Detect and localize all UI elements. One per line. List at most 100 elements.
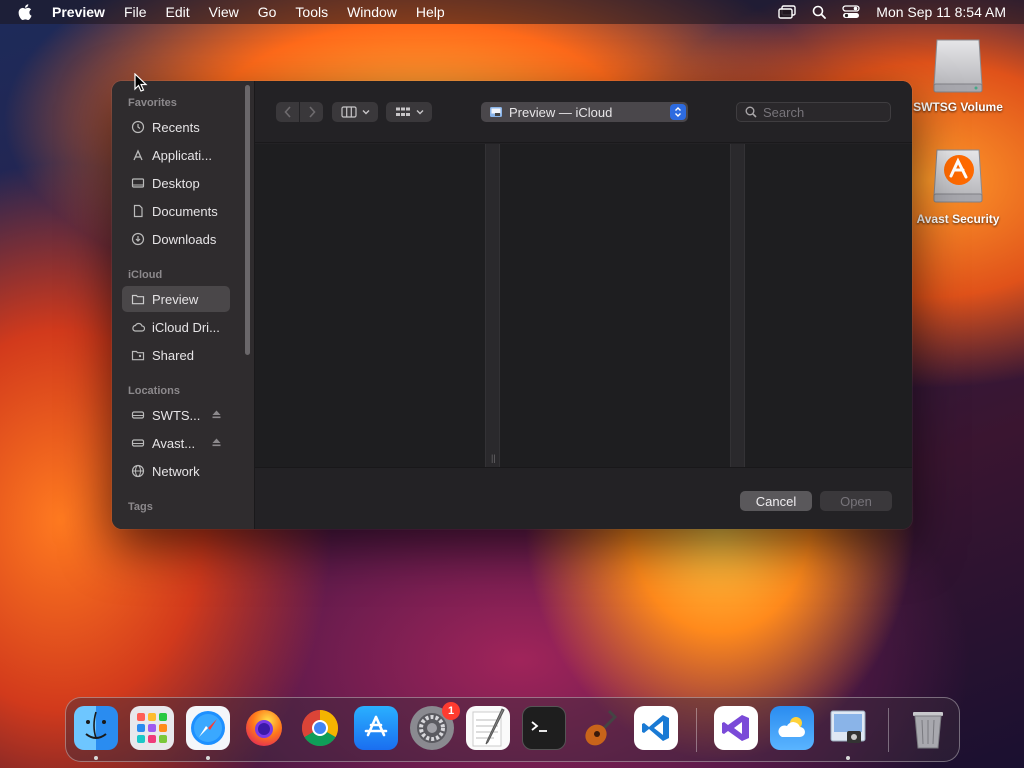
desktop-icon-swtsg-volume[interactable]: SWTSG Volume	[908, 36, 1008, 114]
document-icon	[130, 203, 146, 219]
eject-icon[interactable]	[211, 408, 222, 423]
preview-app-icon	[489, 105, 503, 119]
sidebar-item-label: Shared	[152, 347, 194, 363]
download-icon	[130, 231, 146, 247]
location-popup-label: Preview — iCloud	[509, 104, 613, 120]
sidebar-section-locations: Locations	[128, 385, 180, 397]
dock-terminal[interactable]	[522, 706, 566, 750]
grid-icon	[395, 107, 410, 116]
safari-icon	[191, 711, 225, 745]
menu-app-name[interactable]: Preview	[52, 4, 105, 20]
sidebar-item-swtsg-volume[interactable]: SWTS...	[122, 402, 230, 428]
dialog-sidebar: Favorites Recents Applicati... Desktop D…	[112, 81, 255, 529]
menu-edit[interactable]: Edit	[166, 4, 190, 20]
menu-tools[interactable]: Tools	[295, 4, 328, 20]
dock-textedit[interactable]	[466, 706, 510, 750]
sidebar-item-label: Recents	[152, 119, 200, 135]
dock-trash[interactable]	[906, 706, 950, 750]
sidebar-item-desktop[interactable]: Desktop	[122, 170, 230, 196]
control-center-icon[interactable]	[842, 5, 860, 19]
sidebar-item-label: Documents	[152, 203, 218, 219]
sidebar-item-network[interactable]: Network	[122, 458, 230, 484]
chevron-down-icon	[362, 110, 369, 115]
dock-preview[interactable]	[826, 706, 870, 750]
dock-separator	[888, 708, 889, 752]
dock-weather[interactable]	[770, 706, 814, 750]
menu-file[interactable]: File	[124, 4, 147, 20]
dock-system-settings[interactable]: 1	[410, 702, 460, 750]
firefox-icon	[246, 710, 282, 746]
app-store-icon	[364, 715, 388, 737]
external-drive-icon	[929, 36, 987, 96]
cancel-button[interactable]: Cancel	[740, 491, 812, 511]
launchpad-icon	[137, 713, 167, 743]
dock-separator	[696, 708, 697, 752]
sidebar-item-shared[interactable]: Shared	[122, 342, 230, 368]
dock-app-store[interactable]	[354, 706, 398, 750]
open-button[interactable]: Open	[820, 491, 892, 511]
globe-icon	[130, 463, 146, 479]
sidebar-item-label: Avast...	[152, 435, 196, 451]
up-down-chevron-icon	[670, 104, 686, 120]
forward-button[interactable]	[300, 102, 323, 122]
desktop-icon-avast-security[interactable]: Avast Security	[908, 148, 1008, 226]
sidebar-section-tags: Tags	[128, 501, 153, 513]
desktop-icon-label: Avast Security	[916, 212, 1000, 226]
dialog-footer: Cancel Open	[255, 467, 912, 529]
dock-safari[interactable]	[186, 706, 230, 750]
search-field[interactable]	[736, 102, 891, 122]
sidebar-item-preview[interactable]: Preview	[122, 286, 230, 312]
menu-help[interactable]: Help	[416, 4, 445, 20]
sidebar-item-label: Desktop	[152, 175, 200, 191]
back-button[interactable]	[276, 102, 299, 122]
eject-icon[interactable]	[211, 436, 222, 451]
sidebar-item-label: iCloud Dri...	[152, 319, 220, 335]
sidebar-scrollbar[interactable]	[245, 85, 250, 355]
columns-icon	[340, 106, 357, 118]
dialog-toolbar: Preview — iCloud	[255, 81, 912, 143]
screen-mirroring-icon[interactable]	[778, 5, 796, 19]
menu-view[interactable]: View	[209, 4, 239, 20]
menu-go[interactable]: Go	[258, 4, 277, 20]
sidebar-item-label: Preview	[152, 291, 199, 307]
sidebar-item-avast[interactable]: Avast...	[122, 430, 230, 456]
dock-visual-studio[interactable]	[714, 706, 758, 750]
menubar-clock[interactable]: Mon Sep 11 8:54 AM	[876, 4, 1006, 20]
sidebar-item-documents[interactable]: Documents	[122, 198, 230, 224]
sidebar-item-recents[interactable]: Recents	[122, 114, 230, 140]
open-file-dialog: Favorites Recents Applicati... Desktop D…	[112, 81, 912, 529]
dock-firefox[interactable]	[242, 706, 286, 750]
dock-chrome[interactable]	[298, 706, 342, 750]
apple-menu-icon[interactable]	[18, 4, 34, 20]
dock-garageband[interactable]	[578, 706, 622, 750]
desktop-icon-label: SWTSG Volume	[913, 100, 1003, 114]
guitar-icon	[585, 709, 618, 746]
sidebar-item-downloads[interactable]: Downloads	[122, 226, 230, 252]
column-view-button[interactable]	[332, 102, 378, 122]
dock-launchpad[interactable]	[130, 706, 174, 750]
column-divider[interactable]	[730, 144, 745, 467]
sidebar-item-applications[interactable]: Applicati...	[122, 142, 230, 168]
terminal-icon	[531, 721, 547, 732]
running-indicator	[846, 756, 850, 760]
running-indicator	[94, 756, 98, 760]
column-divider[interactable]: ||	[485, 144, 500, 467]
menu-bar: Preview File Edit View Go Tools Window H…	[0, 0, 1024, 24]
dock-vscode[interactable]	[634, 706, 678, 750]
textedit-icon	[472, 708, 505, 747]
weather-icon	[778, 717, 805, 737]
applications-icon	[130, 147, 146, 163]
search-input[interactable]	[763, 104, 883, 120]
spotlight-icon[interactable]	[812, 5, 827, 19]
group-view-button[interactable]	[386, 102, 432, 122]
resize-grip-icon[interactable]: ||	[491, 453, 496, 463]
drive-icon	[130, 407, 146, 423]
menu-window[interactable]: Window	[347, 4, 397, 20]
mouse-pointer-icon	[134, 72, 148, 98]
trash-icon	[913, 712, 943, 749]
location-popup[interactable]: Preview — iCloud	[481, 102, 688, 122]
dock-finder[interactable]	[74, 706, 118, 750]
visual-studio-icon	[722, 715, 749, 741]
column-browser[interactable]: ||	[255, 144, 912, 467]
sidebar-item-icloud-drive[interactable]: iCloud Dri...	[122, 314, 230, 340]
